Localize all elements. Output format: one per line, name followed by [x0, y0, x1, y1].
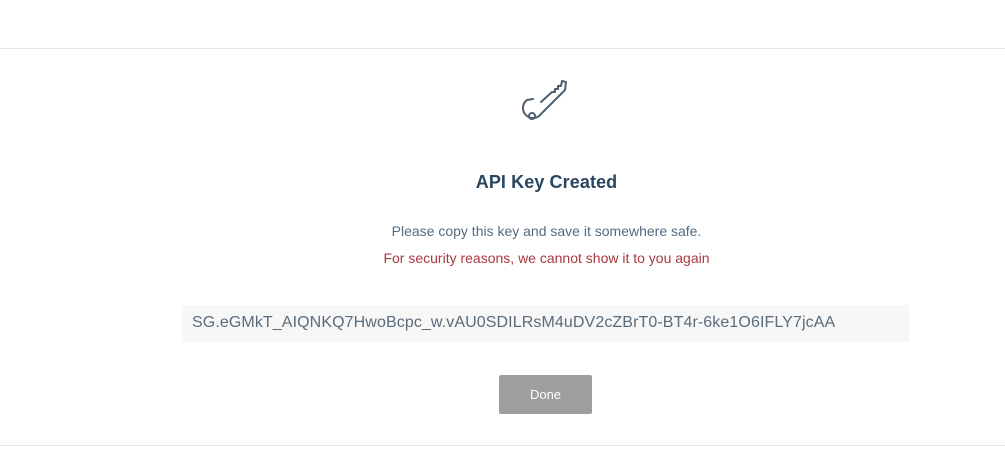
api-key-value[interactable]: SG.eGMkT_AIQNKQ7HwoBcpc_w.vAU0SDILRsM4uD…	[192, 314, 835, 332]
api-key-field[interactable]: SG.eGMkT_AIQNKQ7HwoBcpc_w.vAU0SDILRsM4uD…	[182, 305, 909, 342]
modal-title: API Key Created	[475, 172, 618, 192]
top-divider	[0, 48, 1005, 49]
security-warning: For security reasons, we cannot show it …	[383, 250, 710, 266]
api-key-created-page: API Key Created Please copy this key and…	[0, 0, 1005, 467]
done-button[interactable]: Done	[499, 375, 592, 414]
key-icon	[522, 80, 567, 120]
copy-instruction: Please copy this key and save it somewhe…	[391, 223, 702, 239]
bottom-divider	[0, 445, 1005, 446]
